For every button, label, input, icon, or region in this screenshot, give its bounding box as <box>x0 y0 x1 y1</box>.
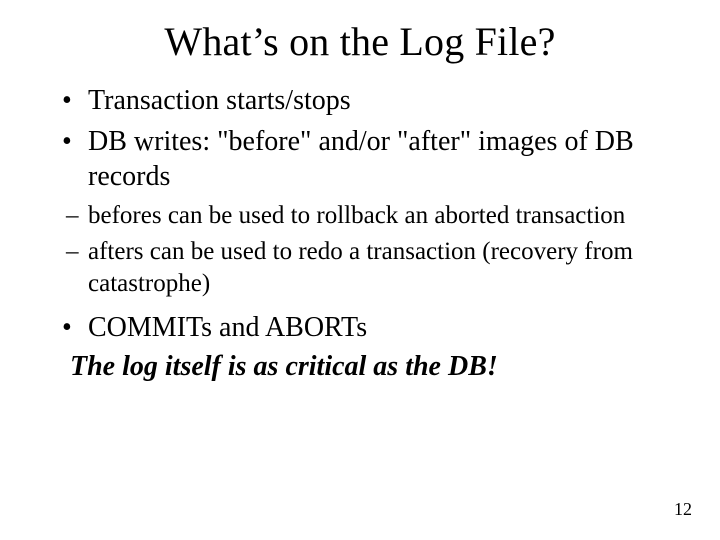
page-number: 12 <box>674 499 692 520</box>
emphasis-line: The log itself is as critical as the DB! <box>70 351 680 383</box>
bullet-text: Transaction starts/stops <box>88 85 351 116</box>
sub-bullet-text: afters can be used to redo a transaction… <box>88 238 633 297</box>
sub-bullet-item: afters can be used to redo a transaction… <box>70 236 680 300</box>
sub-bullet-text: befores can be used to rollback an abort… <box>88 202 625 229</box>
bullet-item: Transaction starts/stops <box>70 83 680 118</box>
bullet-text: DB writes: "before" and/or "after" image… <box>88 126 634 192</box>
slide-title: What’s on the Log File? <box>40 18 680 65</box>
bullet-list-1: Transaction starts/stops DB writes: "bef… <box>40 83 680 194</box>
slide: What’s on the Log File? Transaction star… <box>0 0 720 540</box>
bullet-text: COMMITs and ABORTs <box>88 312 367 343</box>
bullet-item: DB writes: "before" and/or "after" image… <box>70 124 680 194</box>
sub-bullet-item: befores can be used to rollback an abort… <box>70 200 680 232</box>
bullet-item: COMMITs and ABORTs <box>70 310 680 345</box>
bullet-list-2: COMMITs and ABORTs <box>40 310 680 345</box>
sub-bullet-list: befores can be used to rollback an abort… <box>40 200 680 300</box>
